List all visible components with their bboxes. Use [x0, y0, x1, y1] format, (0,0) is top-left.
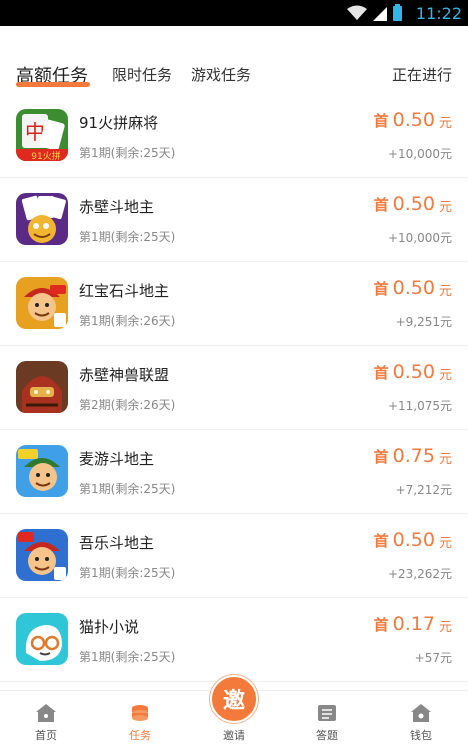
- price-unit: 元: [438, 536, 452, 551]
- task-price: 首 0.17 元: [374, 613, 452, 635]
- wallet-icon: [411, 704, 431, 722]
- task-row[interactable]: 红宝石斗地主 第1期(剩余:26天) 首 0.50 元 +9,251元: [0, 262, 468, 346]
- nav-wallet-label: 钱包: [410, 729, 432, 742]
- coins-stack-icon: [132, 705, 148, 721]
- task-total: +11,075元: [387, 399, 452, 413]
- warrior-helmet-icon: [16, 361, 68, 413]
- cartoon-farmer-icon: [16, 277, 68, 329]
- glasses-face-icon: [16, 613, 68, 665]
- wifi-icon: [346, 5, 367, 20]
- status-time: 11:22: [415, 3, 462, 23]
- signal-icon: [372, 7, 387, 21]
- task-tabs: 高额任务 限时任务 游戏任务 正在进行: [0, 26, 468, 98]
- book-icon: [318, 705, 336, 721]
- task-period: 第1期(剩余:25天): [79, 146, 176, 160]
- task-row[interactable]: 赤壁神兽联盟 第2期(剩余:26天) 首 0.50 元 +11,075元: [0, 346, 468, 430]
- price-value: 0.50: [392, 109, 435, 131]
- poker-card-icon: [16, 193, 68, 245]
- nav-tasks-label: 任务: [129, 729, 151, 742]
- first-badge: 首: [373, 195, 389, 214]
- task-row[interactable]: 中 91火拼 91火拼麻将 第1期(剩余:25天) 首 0.50 元 +10,0…: [0, 94, 468, 178]
- task-row[interactable]: 赤壁斗地主 第1期(剩余:25天) 首 0.50 元 +10,000元: [0, 178, 468, 262]
- price-unit: 元: [438, 284, 452, 299]
- invite-button[interactable]: 邀: [210, 675, 258, 723]
- task-total: +9,251元: [395, 315, 452, 329]
- task-price: 首 0.50 元: [374, 109, 452, 131]
- price-unit: 元: [438, 116, 452, 131]
- nav-quiz[interactable]: 答题: [297, 691, 357, 750]
- task-price: 首 0.50 元: [374, 277, 452, 299]
- task-app-name: 红宝石斗地主: [79, 282, 170, 300]
- price-value: 0.50: [392, 193, 435, 215]
- price-value: 0.75: [392, 445, 435, 467]
- task-price: 首 0.50 元: [374, 361, 452, 383]
- price-value: 0.17: [392, 613, 435, 635]
- price-unit: 元: [438, 620, 452, 635]
- first-badge: 首: [373, 363, 389, 382]
- first-badge: 首: [373, 111, 389, 130]
- price-value: 0.50: [392, 361, 435, 383]
- first-badge: 首: [373, 615, 389, 634]
- task-period: 第1期(剩余:25天): [79, 230, 176, 244]
- task-price: 首 0.50 元: [374, 529, 452, 551]
- task-period: 第1期(剩余:25天): [79, 482, 176, 496]
- price-unit: 元: [438, 368, 452, 383]
- nav-quiz-label: 答题: [316, 729, 338, 742]
- first-badge: 首: [373, 279, 389, 298]
- task-total: +10,000元: [387, 231, 452, 245]
- active-tab-indicator: [16, 82, 90, 87]
- status-bar: 11:22: [0, 0, 468, 26]
- nav-home[interactable]: 首页: [16, 691, 76, 750]
- price-unit: 元: [438, 452, 452, 467]
- task-row[interactable]: 猫扑小说 第1期(剩余:25天) 首 0.17 元 +57元: [0, 598, 468, 682]
- task-list: 中 91火拼 91火拼麻将 第1期(剩余:25天) 首 0.50 元 +10,0…: [0, 94, 468, 682]
- task-app-name: 猫扑小说: [79, 618, 140, 636]
- first-badge: 首: [373, 447, 389, 466]
- task-period: 第1期(剩余:26天): [79, 314, 176, 328]
- nav-home-label: 首页: [35, 729, 57, 742]
- task-app-name: 赤壁斗地主: [79, 198, 155, 216]
- task-total: +23,262元: [387, 567, 452, 581]
- svg-text:91火拼: 91火拼: [31, 150, 60, 161]
- price-value: 0.50: [392, 529, 435, 551]
- task-app-name: 麦游斗地主: [79, 450, 155, 468]
- task-row[interactable]: 麦游斗地主 第1期(剩余:25天) 首 0.75 元 +7,212元: [0, 430, 468, 514]
- nav-wallet[interactable]: 钱包: [391, 691, 451, 750]
- price-value: 0.50: [392, 277, 435, 299]
- nav-invite-label[interactable]: 邀请: [214, 727, 254, 743]
- task-total: +10,000元: [387, 147, 452, 161]
- tab-game-tasks[interactable]: 游戏任务: [191, 64, 251, 85]
- task-app-name: 吾乐斗地主: [79, 534, 155, 552]
- task-period: 第1期(剩余:25天): [79, 650, 176, 664]
- task-total: +7,212元: [395, 483, 452, 497]
- task-app-name: 赤壁神兽联盟: [79, 366, 170, 384]
- price-unit: 元: [438, 200, 452, 215]
- task-price: 首 0.75 元: [374, 445, 452, 467]
- task-row[interactable]: 吾乐斗地主 第1期(剩余:25天) 首 0.50 元 +23,262元: [0, 514, 468, 598]
- task-period: 第1期(剩余:25天): [79, 566, 176, 580]
- cartoon-farmer-icon: [16, 445, 68, 497]
- task-total: +57元: [414, 651, 452, 665]
- tab-limited-time[interactable]: 限时任务: [112, 64, 172, 85]
- nav-tasks[interactable]: 任务: [110, 691, 170, 750]
- mahjong-game-icon: 中 91火拼: [16, 109, 68, 161]
- home-icon: [36, 704, 56, 722]
- task-app-name: 91火拼麻将: [79, 114, 159, 132]
- first-badge: 首: [373, 531, 389, 550]
- cartoon-farmer-icon: [16, 529, 68, 581]
- task-price: 首 0.50 元: [374, 193, 452, 215]
- battery-icon: [392, 3, 402, 21]
- in-progress-link[interactable]: 正在进行: [392, 64, 452, 85]
- task-period: 第2期(剩余:26天): [79, 398, 176, 412]
